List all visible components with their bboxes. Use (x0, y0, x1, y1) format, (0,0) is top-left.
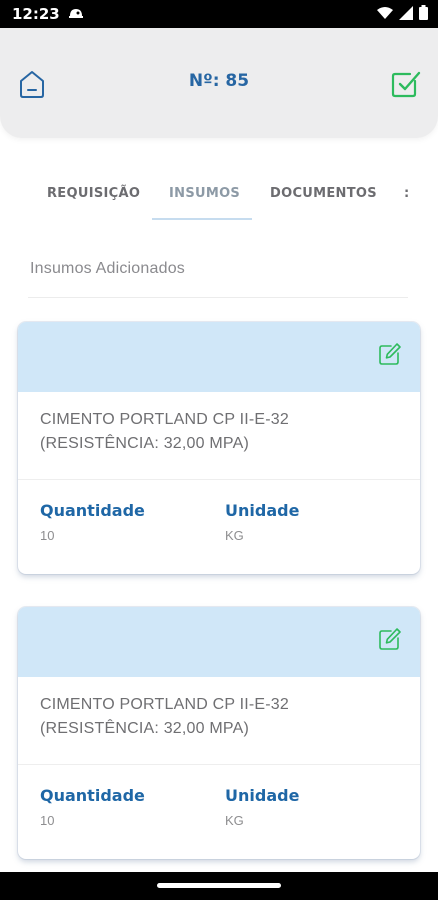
quantity-label: Quantidade (40, 501, 145, 520)
status-time: 12:23 (12, 5, 60, 23)
unit-label: Unidade (225, 501, 300, 520)
checkbox-confirm-icon (390, 71, 422, 103)
tab-bar: REQUISIÇÃO INSUMOS DOCUMENTOS : (0, 172, 438, 222)
insumo-card: CIMENTO PORTLAND CP II-E-32 (RESISTÊNCIA… (18, 607, 420, 859)
insumo-card: CIMENTO PORTLAND CP II-E-32 (RESISTÊNCIA… (18, 322, 420, 574)
active-tab-indicator (152, 218, 252, 220)
notification-icon (68, 5, 84, 24)
unit-label: Unidade (225, 786, 300, 805)
tab-requisicao[interactable]: REQUISIÇÃO (47, 186, 140, 201)
wifi-icon (377, 5, 393, 24)
tab-documentos[interactable]: DOCUMENTOS (270, 186, 377, 201)
system-nav-bar (0, 872, 438, 900)
item-description: CIMENTO PORTLAND CP II-E-32 (RESISTÊNCIA… (40, 696, 290, 737)
item-description: CIMENTO PORTLAND CP II-E-32 (RESISTÊNCIA… (40, 411, 290, 452)
unit-value: KG (225, 528, 244, 543)
quantity-label: Quantidade (40, 786, 145, 805)
card-header (18, 322, 420, 392)
edit-button[interactable] (378, 627, 402, 651)
unit-value: KG (225, 813, 244, 828)
card-divider (18, 479, 420, 480)
edit-icon (378, 343, 402, 370)
requisition-number: Nº: 85 (188, 71, 250, 91)
edit-icon (378, 628, 402, 655)
signal-icon (399, 5, 413, 24)
app-header: Nº: 85 (0, 28, 438, 138)
confirm-button[interactable] (390, 67, 422, 99)
home-gesture-handle[interactable] (157, 883, 281, 888)
battery-icon (419, 4, 428, 24)
quantity-value: 10 (40, 813, 55, 828)
card-divider (18, 764, 420, 765)
tab-overflow-partial[interactable]: : (404, 186, 410, 201)
section-divider (28, 297, 408, 298)
status-bar: 12:23 (0, 0, 438, 28)
edit-button[interactable] (378, 342, 402, 366)
card-header (18, 607, 420, 677)
tab-insumos[interactable]: INSUMOS (169, 186, 240, 201)
quantity-value: 10 (40, 528, 55, 543)
section-title: Insumos Adicionados (30, 260, 186, 277)
